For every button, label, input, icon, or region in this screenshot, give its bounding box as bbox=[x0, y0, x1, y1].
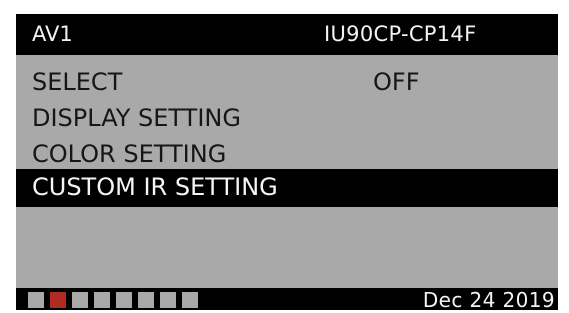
page-indicator bbox=[116, 292, 132, 308]
model-name: IU90CP-CP14F bbox=[324, 22, 477, 46]
menu-item-select[interactable]: SELECT OFF bbox=[16, 64, 558, 100]
menu-item-color-setting[interactable]: COLOR SETTING bbox=[16, 136, 558, 172]
page-indicator bbox=[138, 292, 154, 308]
menu-item-label: SELECT bbox=[32, 68, 123, 96]
menu-item-custom-ir-setting[interactable]: CUSTOM IR SETTING bbox=[16, 169, 558, 207]
menu-item-display-setting[interactable]: DISPLAY SETTING bbox=[16, 100, 558, 136]
input-source: AV1 bbox=[32, 22, 73, 46]
menu-item-label: COLOR SETTING bbox=[32, 140, 227, 168]
page-indicator bbox=[72, 292, 88, 308]
osd-screen: AV1 IU90CP-CP14F SELECT OFF DISPLAY SETT… bbox=[16, 14, 558, 310]
page-indicator bbox=[182, 292, 198, 308]
header-bar: AV1 IU90CP-CP14F bbox=[16, 14, 558, 55]
menu-item-label: DISPLAY SETTING bbox=[32, 104, 241, 132]
page-indicator bbox=[160, 292, 176, 308]
page-indicator bbox=[94, 292, 110, 308]
page-indicator-active bbox=[50, 292, 66, 308]
select-value: OFF bbox=[373, 68, 420, 96]
settings-menu: SELECT OFF DISPLAY SETTING COLOR SETTING… bbox=[16, 55, 558, 288]
menu-item-label: CUSTOM IR SETTING bbox=[32, 173, 278, 201]
footer-bar: Dec 24 2019 bbox=[16, 288, 558, 310]
page-indicator bbox=[28, 292, 44, 308]
date-display: Dec 24 2019 bbox=[422, 288, 555, 310]
